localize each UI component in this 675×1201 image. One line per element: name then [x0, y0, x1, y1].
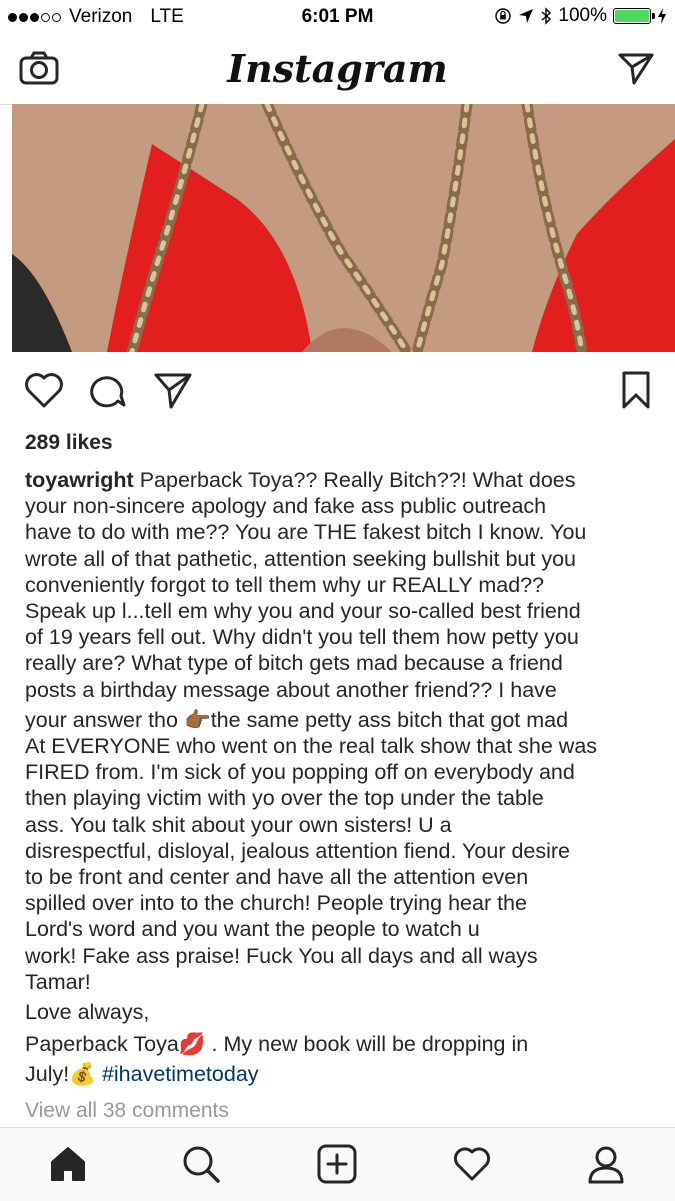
- caption-text: July!💰: [25, 1062, 102, 1087]
- caption-line: your answer tho 👉🏾the same petty ass bit…: [25, 707, 569, 732]
- search-icon[interactable]: [181, 1144, 221, 1184]
- heart-icon[interactable]: [23, 370, 65, 410]
- caption-line: have to do with me?? You are THE fakest …: [25, 520, 587, 545]
- direct-message-icon[interactable]: [617, 50, 655, 86]
- caption-line: Tamar!: [25, 969, 91, 994]
- caption-line: FIRED from. I'm sick of you popping off …: [25, 760, 575, 785]
- post-caption: toyawright Paperback Toya?? Really Bitch…: [25, 467, 655, 1088]
- caption-line: Lord's word and you want the people to w…: [25, 917, 480, 942]
- caption-signature: Paperback Toya💋 . My new book will be dr…: [25, 1032, 529, 1057]
- bookmark-icon[interactable]: [620, 370, 652, 410]
- post-photo[interactable]: [12, 104, 675, 352]
- caption-line: then playing victim with yo over the top…: [25, 786, 544, 811]
- caption-line: really are? What type of bitch gets mad …: [25, 651, 563, 676]
- battery-percent: 100%: [558, 5, 607, 26]
- caption-text: Paperback Toya?? Really Bitch??! What do…: [139, 468, 576, 492]
- home-icon[interactable]: [48, 1144, 88, 1184]
- caption-line: of 19 years fell out. Why didn't you tel…: [25, 625, 579, 650]
- top-nav-bar: Instagram: [0, 36, 675, 105]
- photo-content: [12, 104, 675, 352]
- caption-line: work! Fake ass praise! Fuck You all days…: [25, 943, 538, 968]
- caption-signoff: Love always,: [25, 1000, 150, 1025]
- new-post-icon[interactable]: [316, 1144, 358, 1184]
- username-link[interactable]: toyawright: [25, 468, 134, 492]
- status-right: 100%: [494, 5, 667, 27]
- caption-line: disrespectful, disloyal, jealous attenti…: [25, 838, 571, 863]
- caption-first-line: toyawright Paperback Toya?? Really Bitch…: [25, 467, 655, 493]
- caption-line: ass. You talk shit about your own sister…: [25, 812, 452, 837]
- caption-line: At EVERYONE who went on the real talk sh…: [25, 734, 598, 759]
- caption-line: wrote all of that pathetic, attention se…: [25, 546, 576, 571]
- bluetooth-icon: [541, 7, 552, 25]
- likes-count[interactable]: 289 likes: [25, 431, 113, 455]
- caption-line: posts a birthday message about another f…: [25, 677, 557, 702]
- profile-icon[interactable]: [586, 1144, 626, 1184]
- post-actions: [0, 370, 675, 414]
- battery-icon: [613, 8, 655, 24]
- share-icon[interactable]: [153, 370, 193, 410]
- caption-last-line: July!💰 #ihavetimetoday: [25, 1061, 655, 1087]
- orientation-lock-icon: [495, 8, 512, 24]
- caption-line: spilled over into to the church! People …: [25, 891, 527, 916]
- bottom-tab-bar: [0, 1127, 675, 1201]
- caption-line: conveniently forgot to tell them why ur …: [25, 572, 545, 597]
- app-logo: Instagram: [227, 46, 448, 91]
- activity-icon[interactable]: [452, 1144, 492, 1184]
- view-all-comments-link[interactable]: View all 38 comments: [25, 1099, 229, 1123]
- hashtag-link[interactable]: #ihavetimetoday: [102, 1062, 259, 1086]
- comment-icon[interactable]: [88, 370, 128, 410]
- status-bar: Verizon LTE 6:01 PM 100%: [0, 0, 675, 36]
- caption-line: Speak up l...tell em why you and your so…: [25, 599, 581, 624]
- caption-line: to be front and center and have all the …: [25, 865, 529, 890]
- charging-bolt-icon: [658, 8, 666, 24]
- caption-line: your non-sincere apology and fake ass pu…: [25, 494, 547, 519]
- location-arrow-icon: [519, 9, 534, 23]
